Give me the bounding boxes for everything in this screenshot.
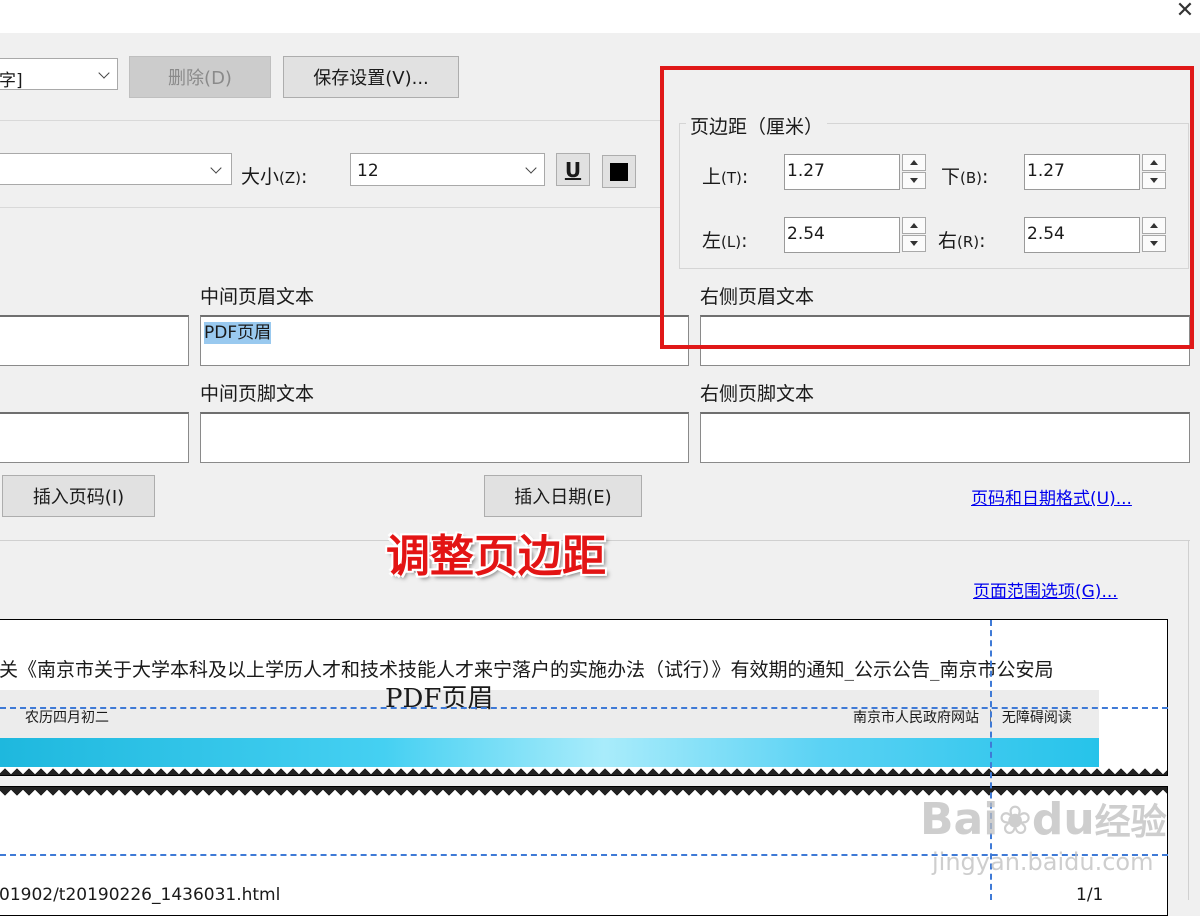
save-settings-button[interactable]: 保存设置(V)... [283,56,459,98]
preview-page-count: 1/1 [1076,885,1104,905]
left-footer-field[interactable] [0,412,189,463]
preview-page-top: 关《南京市关于大学本科及以上学历人才和技术技能人才来宁落户的实施办法（试行）》有… [0,619,1168,776]
margin-guide-top [0,707,1168,709]
left-header-field[interactable] [0,315,189,366]
highlight-box [660,66,1194,349]
chevron-down-icon[interactable] [519,154,545,185]
preview-header-overlay: PDF页眉 [385,684,494,714]
right-footer-label: 右侧页脚文本 [700,383,815,405]
center-header-field[interactable]: PDF页眉 [200,315,689,366]
preview-doc-title: 关《南京市关于大学本科及以上学历人才和技术技能人才来宁落户的实施办法（试行）》有… [0,659,1054,681]
preview-site-links: 南京市人民政府网站 ｜ 无障碍阅读 [853,710,1072,726]
delete-button[interactable]: 删除(D) [129,56,271,98]
font-select[interactable] [0,153,232,185]
font-size-select[interactable]: 12 [350,153,545,186]
page-date-format-link[interactable]: 页码和日期格式(U)... [971,484,1132,509]
preset-select[interactable]: 字] [0,58,118,91]
font-size-value: 12 [357,161,379,181]
text-color-button[interactable] [602,155,636,188]
center-header-value: PDF页眉 [204,322,272,344]
preview-lunar-date: 农历四月初二 [25,710,109,726]
watermark-url: jingyan.baidu.com [932,848,1154,876]
underline-icon: U [564,157,582,182]
font-size-label: 大小(Z): [241,166,308,188]
close-icon[interactable]: ✕ [1170,0,1200,26]
preset-select-value: 字] [0,71,23,91]
underline-button[interactable]: U [556,153,590,186]
paw-icon: ❀ [998,798,1032,844]
watermark-logo: Bai❀du经验 [920,794,1167,845]
chevron-down-icon[interactable] [204,154,230,184]
title-bar [0,0,1200,33]
insert-page-number-button[interactable]: 插入页码(I) [2,475,155,517]
preview-border [1188,540,1189,900]
center-header-label: 中间页眉文本 [200,286,315,308]
chevron-down-icon[interactable] [92,59,118,89]
separator [0,120,660,121]
page-range-link[interactable]: 页面范围选项(G)... [973,577,1118,602]
insert-date-button[interactable]: 插入日期(E) [484,475,642,517]
center-footer-field[interactable] [200,412,689,463]
preview-footer-url: 01902/t20190226_1436031.html [0,885,281,905]
separator [0,207,660,208]
center-footer-label: 中间页脚文本 [200,383,315,405]
right-footer-field[interactable] [700,412,1190,463]
preview-cut-edge [0,767,1167,775]
color-swatch-icon [610,162,628,181]
annotation-text: 调整页边距 [386,531,606,582]
